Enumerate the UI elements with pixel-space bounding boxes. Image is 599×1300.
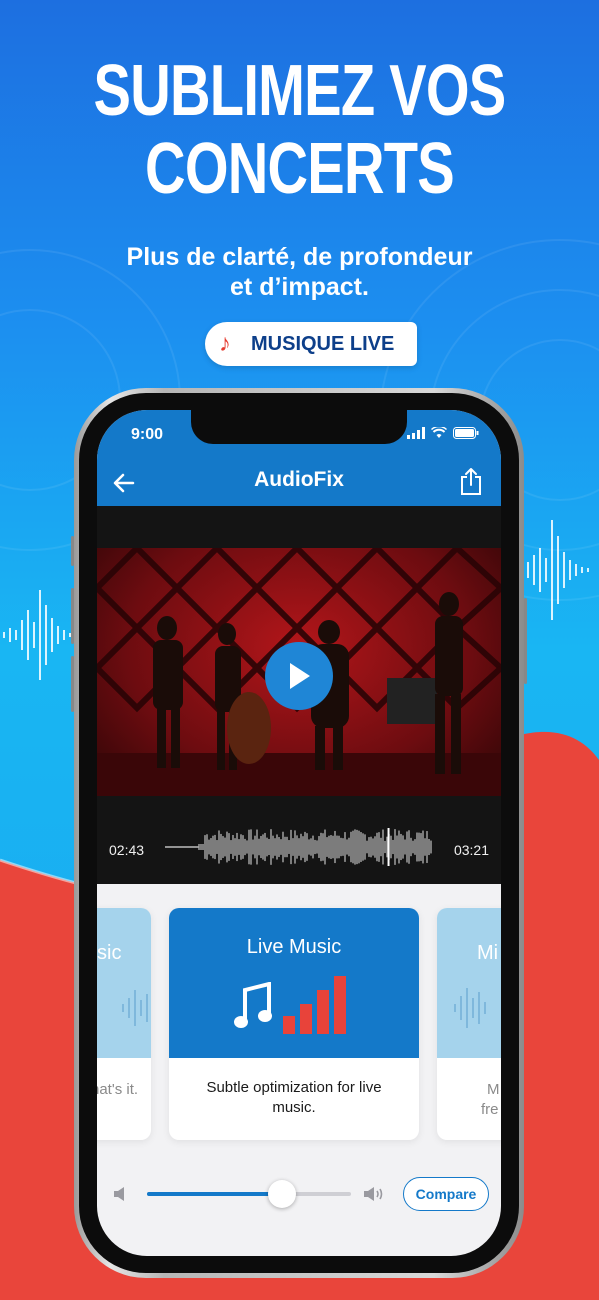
preset-description: hat's it. <box>97 1081 139 1098</box>
preset-description-line-2: fre <box>481 1101 499 1118</box>
play-button[interactable] <box>265 642 333 710</box>
subtitle-line-2: et d’impact. <box>230 273 369 301</box>
preset-carousel: sic hat's it. Live Music Subtle optimi <box>97 884 501 1154</box>
promo-headline: SUBLIMEZ VOS CONCERTS <box>66 52 533 208</box>
headline-line-2: CONCERTS <box>145 129 455 209</box>
app-screen: 9:00 AudioFix 02:43 03:21 sic at's it. L… <box>97 410 501 1256</box>
signal-level-bars-icon <box>283 976 346 1034</box>
mix-slider-thumb[interactable] <box>267 1180 296 1208</box>
level-bar <box>334 976 346 1034</box>
preset-card-live-music[interactable]: Live Music Subtle optimization for live … <box>169 908 419 1140</box>
badge-label: MUSIQUE LIVE <box>251 332 395 355</box>
speaker-low-icon <box>114 1187 124 1201</box>
preset-title: Live Music <box>246 936 342 958</box>
music-note-icon <box>234 982 272 1028</box>
preset-card-header: sic <box>97 908 151 1058</box>
video-player: 02:43 03:21 <box>97 506 501 884</box>
sound-wave-icon <box>122 990 148 1026</box>
preset-card-music[interactable]: sic hat's it. <box>97 908 151 1140</box>
preset-description-line-1: M <box>487 1081 500 1098</box>
sound-wave-right-icon <box>521 520 589 620</box>
total-time: 03:21 <box>453 842 489 858</box>
phone-side-button <box>71 536 74 566</box>
preset-title: sic <box>97 942 122 964</box>
app-navbar: AudioFix <box>97 462 501 506</box>
app-title: AudioFix <box>254 468 344 491</box>
sound-wave-icon <box>454 988 486 1028</box>
battery-icon <box>453 427 479 439</box>
phone-notch <box>191 410 407 444</box>
phone-volume-up-button <box>71 588 74 644</box>
mix-slider-fill <box>147 1192 282 1196</box>
status-bar: 9:00 <box>97 410 501 462</box>
phone-frame: 9:00 AudioFix 02:43 03:21 sic at's it. L… <box>71 388 527 1278</box>
share-icon[interactable] <box>459 466 483 496</box>
level-bar <box>300 1004 312 1034</box>
headline-line-1: SUBLIMEZ VOS <box>93 51 507 131</box>
concert-video-frame[interactable] <box>97 548 501 796</box>
speaker-high-icon <box>364 1187 383 1201</box>
mix-controls: Compare <box>97 1170 501 1220</box>
preset-card-header: Mi <box>437 908 501 1058</box>
status-time: 9:00 <box>131 426 164 443</box>
mix-slider[interactable] <box>147 1192 351 1196</box>
current-time: 02:43 <box>109 842 145 858</box>
wifi-icon <box>431 427 447 438</box>
preset-description: Subtle optimization for live music. <box>206 1079 382 1116</box>
preset-title: Mi <box>477 942 499 964</box>
play-icon <box>290 663 310 689</box>
status-icons <box>407 427 479 439</box>
audio-waveform-scrubber[interactable] <box>165 824 433 870</box>
level-bar <box>283 1016 295 1034</box>
promo-subtitle: Plus de clarté, de profondeur et d’impac… <box>0 242 599 302</box>
phone-volume-down-button <box>71 656 74 712</box>
preset-card-mi[interactable]: Mi M fre <box>437 908 501 1140</box>
category-badge: ♪ MUSIQUE LIVE <box>205 322 417 366</box>
signal-icon <box>407 427 425 439</box>
level-bar <box>317 990 329 1034</box>
music-note-icon: ♪ <box>219 330 231 357</box>
preset-card-header: Live Music <box>169 908 419 1058</box>
phone-power-button <box>524 598 527 684</box>
subtitle-line-1: Plus de clarté, de profondeur <box>126 243 473 271</box>
compare-button[interactable]: Compare <box>403 1177 489 1211</box>
